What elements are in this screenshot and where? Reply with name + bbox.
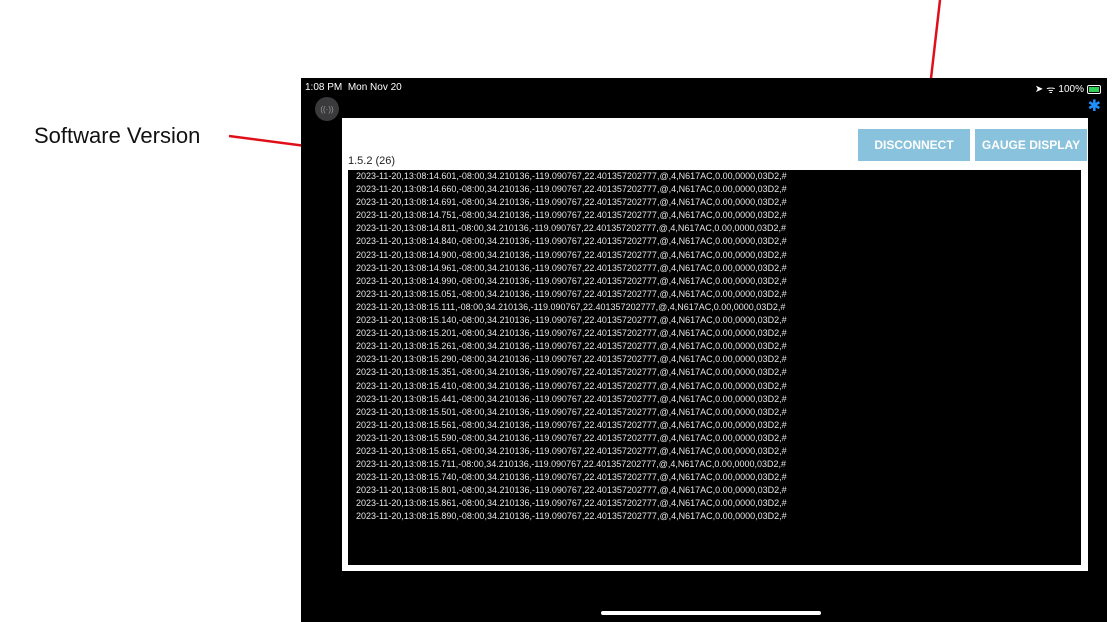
log-line: 2023-11-20,13:08:15.111,-08:00,34.210136… [356,301,786,312]
log-line: 2023-11-20,13:08:14.601,-08:00,34.210136… [356,171,787,181]
software-version: 1.5.2 (26) [348,155,396,167]
log-line: 2023-11-20,13:08:14.900,-08:00,34.210136… [356,249,787,260]
main-panel: DISCONNECT GAUGE DISPLAY 1.5.2 (26) 2023… [342,118,1088,571]
log-line: 2023-11-20,13:08:15.051,-08:00,34.210136… [356,288,787,299]
log-line: 2023-11-20,13:08:15.140,-08:00,34.210136… [356,315,787,326]
log-line: 2023-11-20,13:08:15.561,-08:00,34.210136… [356,419,787,430]
log-line: 2023-11-20,13:08:15.890,-08:00,34.210136… [356,511,787,522]
log-line: 2023-11-20,13:08:15.801,-08:00,34.210136… [356,485,787,496]
log-line: 2023-11-20,13:08:15.501,-08:00,34.210136… [356,406,787,417]
log-line: 2023-11-20,13:08:14.840,-08:00,34.210136… [356,236,787,247]
log-line: 2023-11-20,13:08:15.861,-08:00,34.210136… [356,498,787,509]
battery-icon [1087,84,1101,94]
home-indicator[interactable] [601,611,821,615]
gauge-display-button[interactable]: GAUGE DISPLAY [975,129,1087,161]
status-time: 1:08 PM Mon Nov 20 [305,82,402,93]
broadcast-icon[interactable]: ((·)) [315,97,339,121]
log-line: 2023-11-20,13:08:15.441,-08:00,34.210136… [356,393,787,404]
log-line: 2023-11-20,13:08:15.711,-08:00,34.210136… [356,459,786,470]
log-line: 2023-11-20,13:08:15.590,-08:00,34.210136… [356,432,787,443]
location-icon: ➤ [1034,83,1044,95]
log-line: 2023-11-20,13:08:15.201,-08:00,34.210136… [356,328,787,339]
log-line: 2023-11-20,13:08:15.740,-08:00,34.210136… [356,472,787,483]
ipad-screen: 1:08 PM Mon Nov 20 ➤ ᯤ 100% ((·)) ✱ DISC… [301,78,1107,622]
battery-percent: 100% [1058,83,1084,95]
log-line: 2023-11-20,13:08:15.261,-08:00,34.210136… [356,341,787,352]
log-line: 2023-11-20,13:08:14.990,-08:00,34.210136… [356,275,787,286]
data-log[interactable]: 2023-11-20,13:08:14.601,-08:00,34.210136… [348,170,1081,565]
log-line: 2023-11-20,13:08:15.410,-08:00,34.210136… [356,380,787,391]
log-line: 2023-11-20,13:08:15.290,-08:00,34.210136… [356,354,787,365]
log-line: 2023-11-20,13:08:14.811,-08:00,34.210136… [356,223,786,234]
disconnect-button[interactable]: DISCONNECT [858,129,970,161]
bluetooth-icon[interactable]: ✱ [1088,96,1101,116]
software-version-annotation: Software Version [34,123,201,148]
log-line: 2023-11-20,13:08:14.660,-08:00,34.210136… [356,184,787,195]
wifi-icon: ᯤ [1046,85,1056,96]
status-bar: 1:08 PM Mon Nov 20 ➤ ᯤ 100% [301,78,1107,96]
log-line: 2023-11-20,13:08:15.351,-08:00,34.210136… [356,367,787,378]
log-line: 2023-11-20,13:08:15.651,-08:00,34.210136… [356,445,787,456]
log-line: 2023-11-20,13:08:14.751,-08:00,34.210136… [356,210,787,221]
log-line: 2023-11-20,13:08:14.691,-08:00,34.210136… [356,197,787,208]
status-indicators: ➤ ᯤ 100% [1035,82,1101,96]
log-line: 2023-11-20,13:08:14.961,-08:00,34.210136… [356,262,787,273]
